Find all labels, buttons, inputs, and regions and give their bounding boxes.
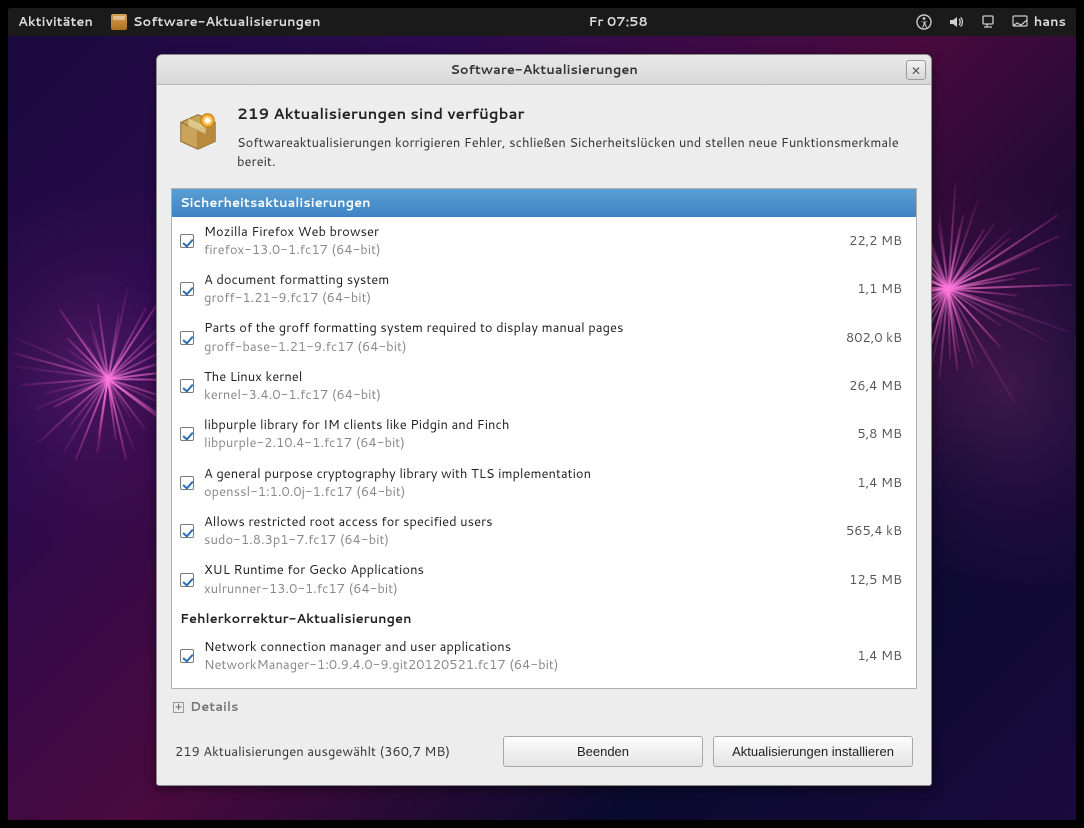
package-icon [111, 14, 127, 30]
header-description: Softwareaktualisierungen korrigieren Feh… [237, 134, 911, 172]
package-row[interactable]: The Linux kernelkernel-3.4.0-1.fc17 (64-… [172, 362, 916, 410]
package-title: Parts of the groff formatting system req… [204, 319, 836, 337]
package-size: 1,4 MB [857, 474, 906, 492]
clock[interactable]: Fr 07:58 [588, 13, 647, 31]
app-menu-label: Software-Aktualisierungen [133, 13, 321, 31]
package-size: 12,5 MB [849, 571, 906, 589]
package-size: 565,4 kB [846, 522, 906, 540]
package-row[interactable]: libpurple library for IM clients like Pi… [172, 410, 916, 458]
package-subtitle: xulrunner-13.0-1.fc17 (64-bit) [204, 580, 839, 598]
package-checkbox[interactable] [180, 331, 194, 345]
details-label: Details [190, 698, 239, 716]
network-icon[interactable] [980, 14, 996, 30]
package-checkbox[interactable] [180, 476, 194, 490]
accessibility-icon[interactable] [916, 14, 932, 30]
package-row[interactable]: A document formatting systemgroff-1.21-9… [172, 265, 916, 313]
package-checkbox[interactable] [180, 573, 194, 587]
package-row[interactable]: Parts of the groff formatting system req… [172, 313, 916, 361]
package-checkbox[interactable] [180, 282, 194, 296]
package-subtitle: firefox-13.0-1.fc17 (64-bit) [204, 241, 839, 259]
package-size: 802,0 kB [846, 329, 906, 347]
package-subtitle: libpurple-2.10.4-1.fc17 (64-bit) [204, 434, 847, 452]
software-updater-window: Software-Aktualisierungen ✕ 219 Aktualis… [156, 54, 932, 786]
plus-icon: + [173, 702, 184, 713]
package-title: A document formatting system [204, 271, 847, 289]
section-header: Sicherheitsaktualisierungen [172, 189, 916, 217]
quit-button[interactable]: Beenden [503, 736, 703, 767]
close-icon: ✕ [911, 62, 921, 79]
user-menu[interactable]: hans [1012, 13, 1066, 31]
package-row[interactable]: Network connection manager and user appl… [172, 632, 916, 680]
package-subtitle: groff-1.21-9.fc17 (64-bit) [204, 289, 847, 307]
dialog-footer: 219 Aktualisierungen ausgewählt (360,7 M… [157, 722, 931, 785]
package-title: XUL Runtime for Gecko Applications [204, 561, 839, 579]
package-size: 1,4 MB [857, 647, 906, 665]
window-titlebar[interactable]: Software-Aktualisierungen ✕ [157, 55, 931, 85]
package-title: The Linux kernel [204, 368, 839, 386]
package-checkbox[interactable] [180, 649, 194, 663]
package-checkbox[interactable] [180, 524, 194, 538]
section-header: Fehlerkorrektur-Aktualisierungen [172, 604, 916, 632]
package-checkbox[interactable] [180, 379, 194, 393]
package-size: 5,8 MB [857, 425, 906, 443]
package-title: Mozilla Firefox Web browser [204, 223, 839, 241]
package-size: 1,1 MB [857, 280, 906, 298]
header-area: 219 Aktualisierungen sind verfügbar Soft… [157, 85, 931, 184]
package-checkbox[interactable] [180, 234, 194, 248]
package-row[interactable]: Libraries for adding NetworkManager supp… [172, 680, 916, 687]
updates-list: SicherheitsaktualisierungenMozilla Firef… [171, 188, 917, 689]
package-subtitle: groff-base-1.21-9.fc17 (64-bit) [204, 338, 836, 356]
updates-scroll-area[interactable]: SicherheitsaktualisierungenMozilla Firef… [172, 189, 916, 688]
package-subtitle: sudo-1.8.3p1-7.fc17 (64-bit) [204, 531, 836, 549]
package-title: Network connection manager and user appl… [204, 638, 847, 656]
package-subtitle: NetworkManager-1:0.9.4.0-9.git20120521.f… [204, 656, 847, 674]
package-subtitle: kernel-3.4.0-1.fc17 (64-bit) [204, 386, 839, 404]
package-size: 26,4 MB [849, 377, 906, 395]
install-button[interactable]: Aktualisierungen installieren [713, 736, 913, 767]
activities-button[interactable]: Aktivitäten [18, 13, 93, 31]
user-name-label: hans [1034, 13, 1066, 31]
selection-status: 219 Aktualisierungen ausgewählt (360,7 M… [175, 743, 493, 761]
app-menu[interactable]: Software-Aktualisierungen [111, 13, 321, 31]
gnome-top-bar: Aktivitäten Software-Aktualisierungen Fr… [8, 8, 1076, 36]
close-button[interactable]: ✕ [906, 60, 926, 80]
package-title: A general purpose cryptography library w… [204, 465, 847, 483]
details-expander[interactable]: + Details [173, 698, 239, 716]
package-size: 22,2 MB [849, 232, 906, 250]
headline: 219 Aktualisierungen sind verfügbar [237, 103, 911, 124]
package-title: libpurple library for IM clients like Pi… [204, 416, 847, 434]
package-row[interactable]: XUL Runtime for Gecko Applicationsxulrun… [172, 555, 916, 603]
package-title: Libraries for adding NetworkManager supp… [204, 686, 892, 687]
package-icon [175, 107, 221, 153]
volume-icon[interactable] [948, 14, 964, 30]
package-title: Allows restricted root access for specif… [204, 513, 836, 531]
package-subtitle: openssl-1:1.0.0j-1.fc17 (64-bit) [204, 483, 847, 501]
package-checkbox[interactable] [180, 427, 194, 441]
package-row[interactable]: A general purpose cryptography library w… [172, 459, 916, 507]
package-row[interactable]: Mozilla Firefox Web browserfirefox-13.0-… [172, 217, 916, 265]
window-title: Software-Aktualisierungen [450, 61, 638, 79]
package-row[interactable]: Allows restricted root access for specif… [172, 507, 916, 555]
